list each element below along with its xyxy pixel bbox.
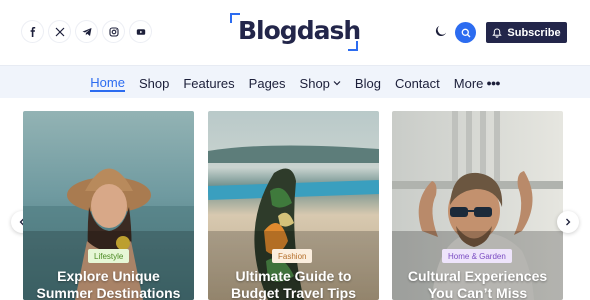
post-card[interactable]: Home & Garden Cultural Experiences You C… xyxy=(392,111,563,300)
nav-item-pages[interactable]: Pages xyxy=(249,74,286,92)
moon-icon[interactable] xyxy=(434,24,448,38)
search-button[interactable] xyxy=(455,22,476,43)
bell-icon xyxy=(492,27,503,38)
post-title-line: Summer Destinations xyxy=(36,285,181,300)
nav-item-blog[interactable]: Blog xyxy=(355,74,381,92)
nav-label: Contact xyxy=(394,75,440,91)
post-title[interactable]: Cultural Experiences You Can’t Miss xyxy=(392,268,563,300)
post-title[interactable]: Explore Unique Summer Destinations xyxy=(23,268,194,300)
nav-label: Home xyxy=(90,74,125,90)
nav-label: Shop xyxy=(138,75,170,91)
search-icon xyxy=(461,28,470,37)
brand-logo[interactable]: Blogdash xyxy=(230,13,361,51)
post-card[interactable]: Fashion Ultimate Guide to Budget Travel … xyxy=(208,111,379,300)
subscribe-label: Subscribe xyxy=(507,26,561,39)
nav-label: Shop xyxy=(299,75,330,91)
main-nav: Home Shop Features Pages Shop Blog Conta… xyxy=(0,65,590,98)
logo-bracket xyxy=(348,41,358,51)
category-badge[interactable]: Fashion xyxy=(272,249,313,263)
featured-carousel: Lifestyle Explore Unique Summer Destinat… xyxy=(23,111,568,300)
post-title-line: Explore Unique xyxy=(57,268,160,284)
subscribe-button[interactable]: Subscribe xyxy=(486,22,567,43)
nav-label: Pages xyxy=(248,75,286,91)
nav-item-more[interactable]: More ●●● xyxy=(453,74,501,92)
nav-item-shop-dropdown[interactable]: Shop xyxy=(300,74,341,92)
facebook-icon[interactable] xyxy=(22,21,43,42)
category-badge[interactable]: Lifestyle xyxy=(88,249,130,263)
post-title-line: Cultural Experiences xyxy=(407,268,548,284)
carousel-next-button[interactable] xyxy=(557,211,579,233)
post-title-line: Budget Travel Tips xyxy=(231,285,356,300)
post-title[interactable]: Ultimate Guide to Budget Travel Tips xyxy=(208,268,379,300)
nav-item-contact[interactable]: Contact xyxy=(395,74,440,92)
nav-label: Features xyxy=(183,75,235,91)
post-card[interactable]: Lifestyle Explore Unique Summer Destinat… xyxy=(23,111,194,300)
nav-label: More xyxy=(453,75,484,91)
category-badge[interactable]: Home & Garden xyxy=(442,249,512,263)
nav-item-shop[interactable]: Shop xyxy=(139,74,169,92)
telegram-icon[interactable] xyxy=(76,21,97,42)
chevron-right-icon xyxy=(566,218,571,226)
nav-item-features[interactable]: Features xyxy=(183,74,234,92)
header: Blogdash Subscribe xyxy=(0,0,590,65)
social-links xyxy=(22,21,151,42)
youtube-icon[interactable] xyxy=(130,21,151,42)
post-title-line: You Can’t Miss xyxy=(427,285,528,300)
brand-name: Blogdash xyxy=(238,16,361,45)
x-icon[interactable] xyxy=(49,21,70,42)
post-title-line: Ultimate Guide to xyxy=(235,268,352,284)
instagram-icon[interactable] xyxy=(103,21,124,42)
nav-label: Blog xyxy=(354,75,381,91)
chevron-down-icon xyxy=(333,81,341,86)
more-dots-icon: ●●● xyxy=(486,78,500,88)
nav-item-home[interactable]: Home xyxy=(90,74,125,92)
